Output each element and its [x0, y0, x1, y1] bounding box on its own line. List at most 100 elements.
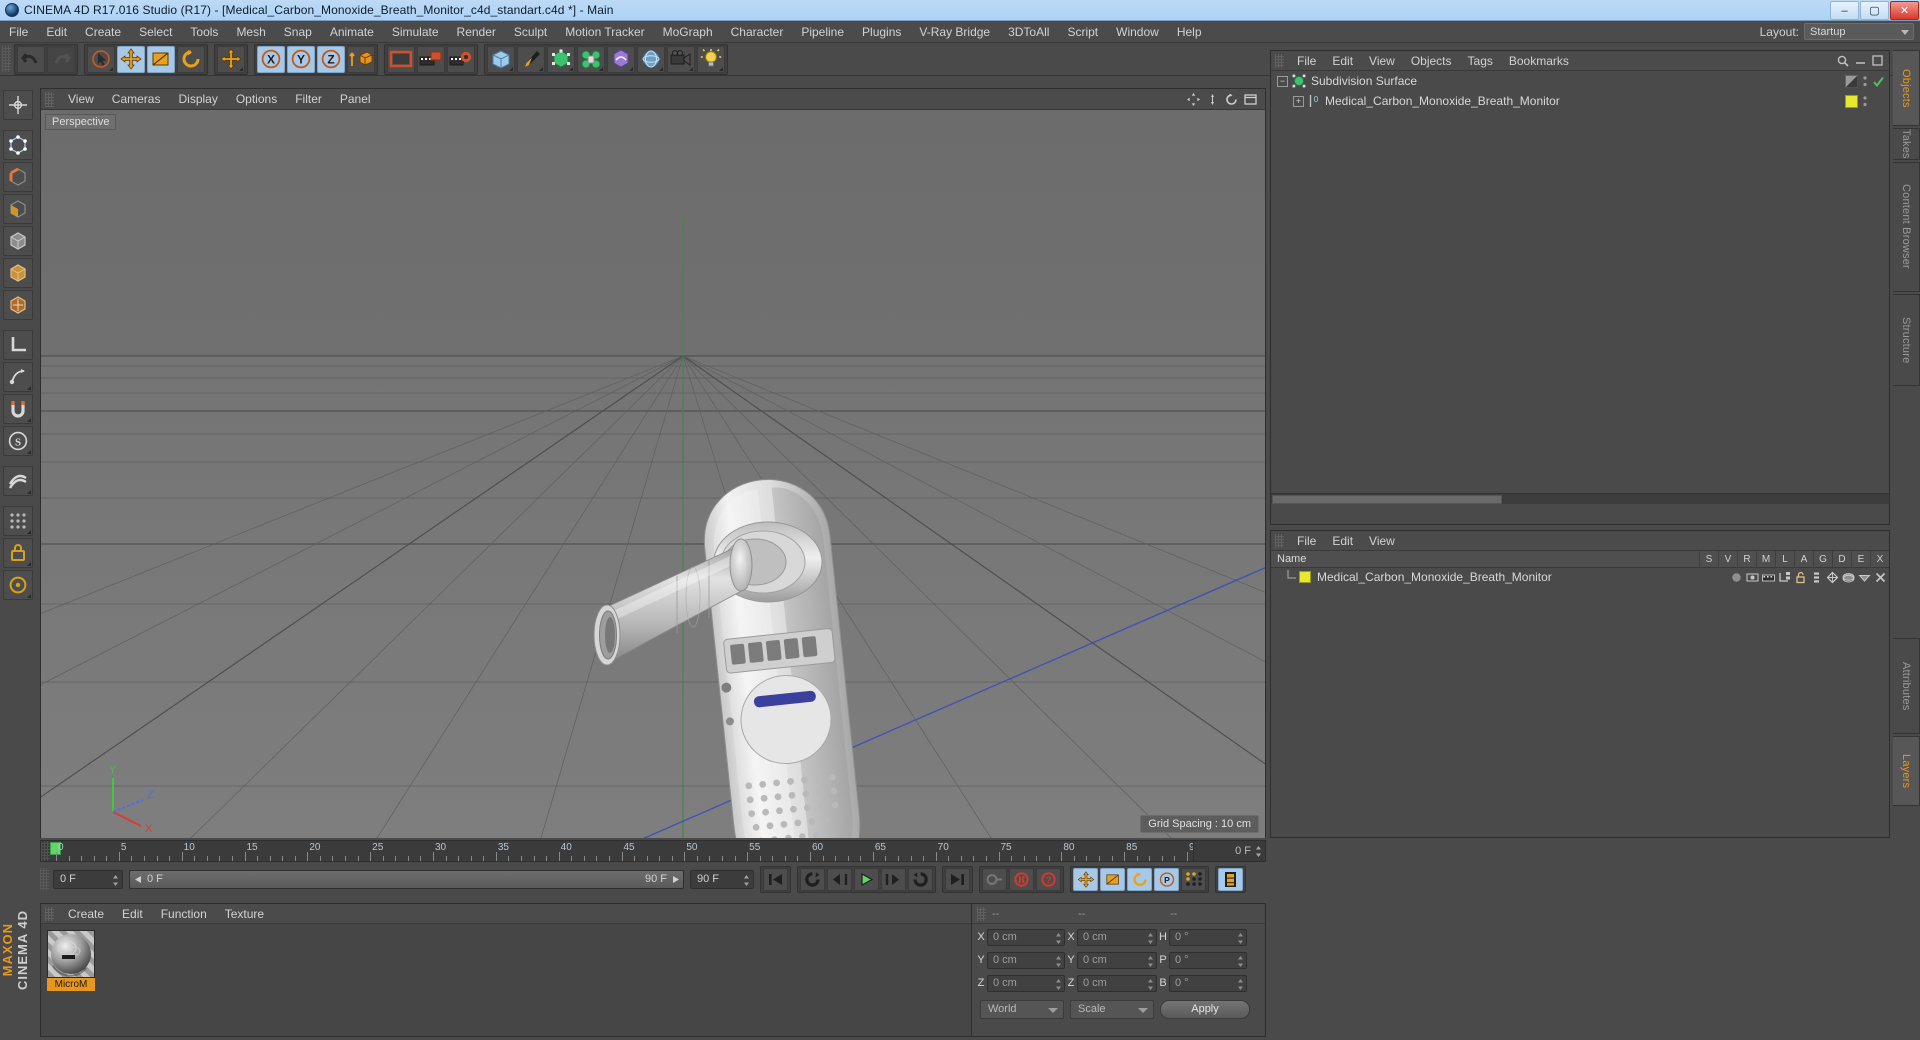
rotation-key-button[interactable] — [1127, 867, 1152, 891]
coord-sy-spinner-icon[interactable] — [1147, 955, 1154, 968]
edge-mode-button[interactable] — [3, 162, 33, 192]
column-a[interactable]: A — [1794, 551, 1813, 568]
coord-mode-dropdown[interactable]: Scale — [1070, 999, 1154, 1019]
menu-render[interactable]: Render — [448, 21, 505, 43]
coord-position-y-field[interactable]: 0 cm — [987, 951, 1065, 969]
go-to-start-button[interactable] — [763, 867, 788, 891]
material-item[interactable]: MicroM — [47, 930, 95, 991]
menu-plugins[interactable]: Plugins — [853, 21, 910, 43]
param-key-button[interactable]: P — [1154, 867, 1179, 891]
om-menu-view[interactable]: View — [1361, 51, 1403, 71]
viewport-menu-view[interactable]: View — [59, 89, 103, 110]
coord-rotation-h-field[interactable]: 0 ° — [1169, 928, 1247, 946]
menu-select[interactable]: Select — [130, 21, 181, 43]
add-cube-button[interactable] — [487, 45, 515, 73]
timeline-view-button[interactable] — [1218, 867, 1243, 891]
display-icon[interactable] — [1746, 571, 1759, 584]
add-array-button[interactable] — [577, 45, 605, 73]
sm-menu-view[interactable]: View — [1361, 531, 1403, 551]
move-tool-button[interactable] — [117, 45, 145, 73]
coord-rotation-b-field[interactable]: 0 ° — [1169, 974, 1247, 992]
coord-b-spinner-icon[interactable] — [1237, 978, 1244, 991]
column-g[interactable]: G — [1813, 551, 1832, 568]
tab-objects[interactable]: Objects — [1893, 50, 1920, 126]
world-object-coord-button[interactable] — [347, 45, 375, 73]
tab-attributes[interactable]: Attributes — [1893, 637, 1920, 734]
render-icon[interactable] — [1762, 571, 1775, 584]
menu-animate[interactable]: Animate — [321, 21, 383, 43]
om-menu-edit[interactable]: Edit — [1324, 51, 1361, 71]
coord-sz-spinner-icon[interactable] — [1147, 978, 1154, 991]
autokey-button[interactable] — [1009, 867, 1034, 891]
frame-range-slider[interactable]: 0 F 90 F — [129, 869, 684, 889]
menu-file[interactable]: File — [0, 21, 37, 43]
render-region-button[interactable] — [417, 45, 445, 73]
menu-create[interactable]: Create — [76, 21, 130, 43]
sm-menu-file[interactable]: File — [1289, 531, 1324, 551]
tab-takes[interactable]: Takes — [1893, 128, 1920, 160]
add-light-button[interactable] — [697, 45, 725, 73]
toolbar-grip[interactable] — [2, 46, 11, 72]
rotate-tool-button[interactable] — [177, 45, 205, 73]
coord-rotation-p-field[interactable]: 0 ° — [1169, 951, 1247, 969]
tab-layers[interactable]: Layers — [1893, 735, 1920, 806]
material-tag-icon[interactable] — [1845, 94, 1858, 108]
material-menu-create[interactable]: Create — [59, 904, 113, 924]
viewport-canvas[interactable]: Perspective Y X Z Grid Spacing: 10 cm — [41, 110, 1265, 838]
object-manager-hscrollbar[interactable] — [1271, 493, 1889, 504]
column-r[interactable]: R — [1737, 551, 1756, 568]
coord-size-y-field[interactable]: 0 cm — [1077, 951, 1157, 969]
workplane-tool-button[interactable] — [3, 330, 33, 360]
step-back-button[interactable] — [827, 867, 852, 891]
expand-toggle-child-icon[interactable]: + — [1293, 95, 1304, 107]
material-menu-function[interactable]: Function — [152, 904, 216, 924]
coordinate-grip[interactable] — [977, 906, 986, 921]
enable-dots-icon[interactable] — [1862, 75, 1868, 88]
menu-mesh[interactable]: Mesh — [227, 21, 274, 43]
menu-3dtoall[interactable]: 3DToAll — [999, 21, 1058, 43]
structure-menu-grip[interactable] — [1275, 533, 1284, 548]
tab-content-browser[interactable]: Content Browser — [1893, 161, 1920, 292]
layer-icon[interactable] — [1810, 571, 1823, 584]
cap-icon[interactable] — [1858, 571, 1871, 584]
om-menu-objects[interactable]: Objects — [1403, 51, 1460, 71]
material-thumbnail[interactable] — [47, 930, 95, 978]
live-selection-button[interactable] — [87, 45, 115, 73]
loop-back-button[interactable] — [800, 867, 825, 891]
menu-edit[interactable]: Edit — [37, 21, 76, 43]
menu-snap[interactable]: Snap — [275, 21, 321, 43]
structure-row[interactable]: Medical_Carbon_Monoxide_Breath_Monitor — [1271, 568, 1889, 586]
compositing-icon[interactable] — [1778, 571, 1791, 584]
step-forward-button[interactable] — [881, 867, 906, 891]
solo-tool-button[interactable] — [3, 466, 33, 496]
timeline-spinner-icon[interactable] — [1255, 845, 1262, 858]
menu-character[interactable]: Character — [722, 21, 793, 43]
material-menu-texture[interactable]: Texture — [216, 904, 273, 924]
coord-p-spinner-icon[interactable] — [1237, 955, 1244, 968]
point-level-key-button[interactable] — [1181, 867, 1206, 891]
snap-circle-button[interactable] — [3, 570, 33, 600]
texture-mode-button[interactable] — [3, 290, 33, 320]
material-menu-grip[interactable] — [45, 906, 54, 921]
viewport-menu-panel[interactable]: Panel — [331, 89, 380, 110]
timeline-current-frame[interactable]: 0 F — [1193, 841, 1265, 861]
timeline-track[interactable]: 051015202530354045505560657075808590 — [50, 841, 1200, 861]
viewport-menu-filter[interactable]: Filter — [286, 89, 331, 110]
panel-view-icon[interactable] — [1244, 93, 1257, 106]
column-e[interactable]: E — [1851, 551, 1870, 568]
object-manager-grip[interactable] — [1275, 53, 1284, 68]
column-v[interactable]: V — [1718, 551, 1737, 568]
coord-position-z-field[interactable]: 0 cm — [987, 974, 1065, 992]
enabled-check-icon[interactable] — [1872, 75, 1885, 88]
coord-h-spinner-icon[interactable] — [1237, 932, 1244, 945]
quantize-tool-button[interactable]: S — [3, 426, 33, 456]
column-d[interactable]: D — [1832, 551, 1851, 568]
coord-px-spinner-icon[interactable] — [1055, 932, 1062, 945]
close-button[interactable]: ✕ — [1890, 1, 1919, 20]
rotate-view-icon[interactable] — [1225, 93, 1238, 106]
render-view-button[interactable] — [387, 45, 415, 73]
current-frame-spinner-icon[interactable] — [112, 874, 119, 887]
object-row-breath-monitor[interactable]: + 0 Medical_Carbon_Monoxide_Breath_Monit… — [1271, 91, 1889, 111]
move-axis-button[interactable] — [217, 45, 245, 73]
add-environment-button[interactable] — [637, 45, 665, 73]
